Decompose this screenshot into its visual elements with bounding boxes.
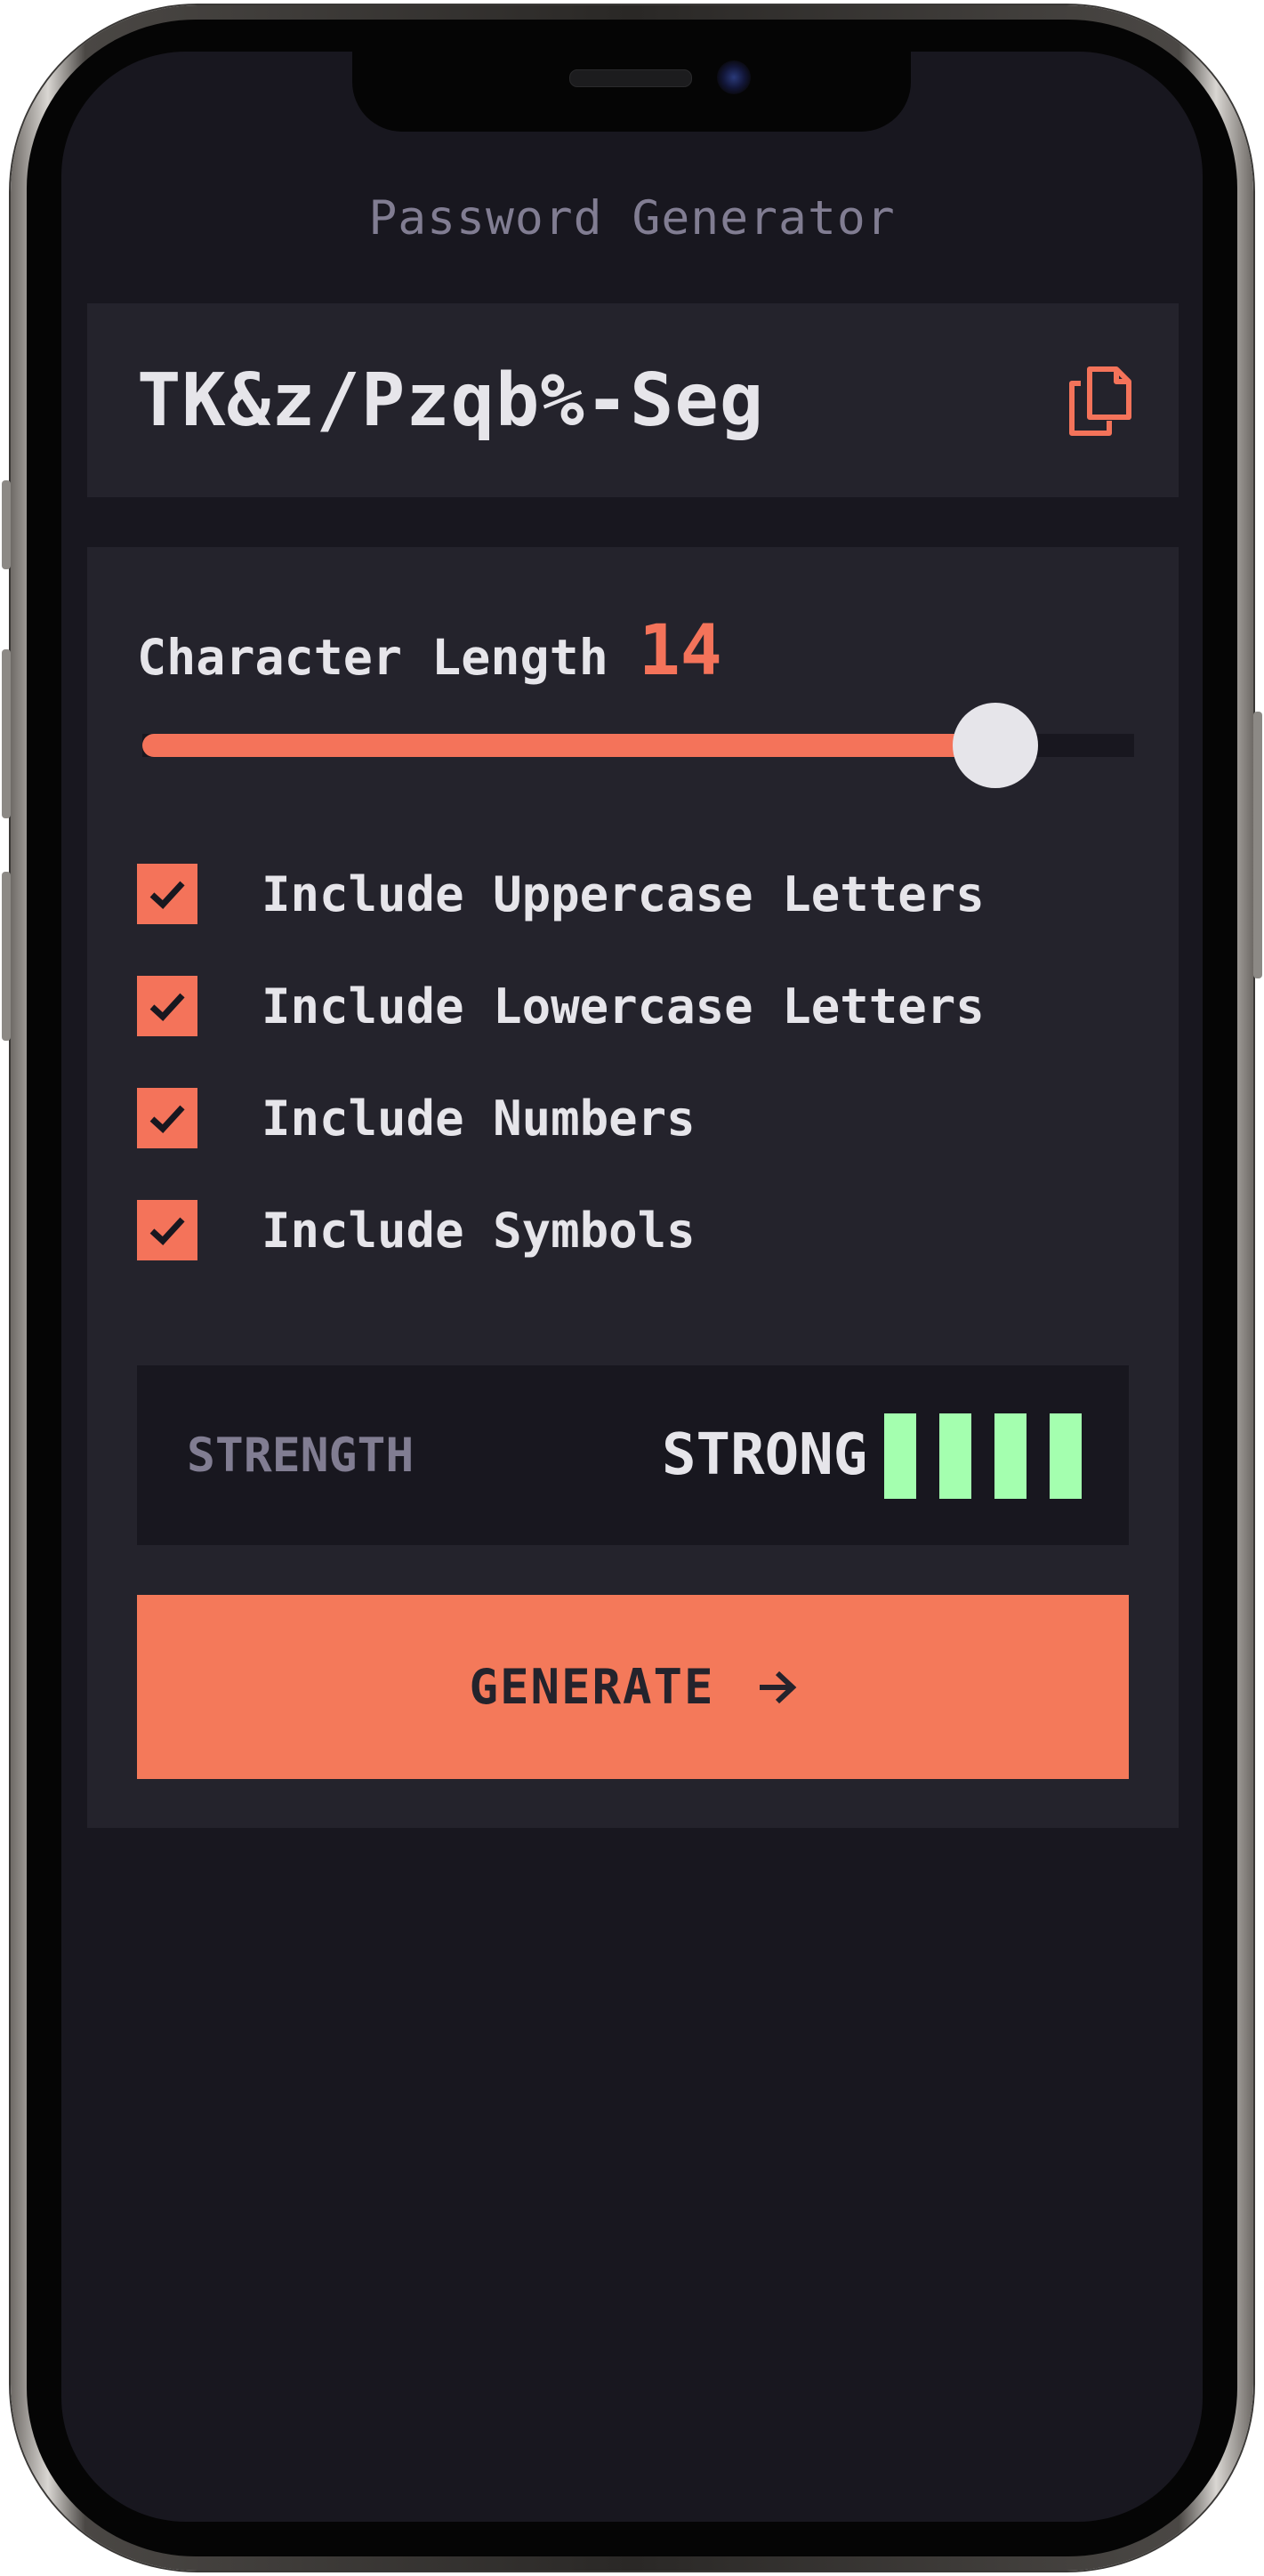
strength-value: STRONG xyxy=(662,1422,868,1488)
password-output: TK&z/Pzqb%-Seg xyxy=(137,358,765,443)
page-title: Password Generator xyxy=(368,191,896,246)
strength-bar xyxy=(994,1413,1026,1499)
side-button-power xyxy=(1253,712,1262,978)
generate-button-label: GENERATE xyxy=(469,1659,715,1715)
password-output-panel: TK&z/Pzqb%-Seg xyxy=(87,303,1179,497)
strength-label: STRENGTH xyxy=(187,1429,415,1483)
settings-panel: Character Length 14 Include Uppercase Le… xyxy=(87,547,1179,1828)
check-icon xyxy=(149,1105,185,1133)
check-icon xyxy=(149,993,185,1021)
generate-button[interactable]: GENERATE xyxy=(137,1595,1129,1779)
side-button-volume-up xyxy=(2,649,11,818)
option-label: Include Lowercase Letters xyxy=(262,978,985,1034)
symbols-checkbox[interactable] xyxy=(137,1200,197,1260)
option-label: Include Symbols xyxy=(262,1202,696,1259)
check-icon xyxy=(149,881,185,909)
option-label: Include Numbers xyxy=(262,1090,696,1147)
option-uppercase[interactable]: Include Uppercase Letters xyxy=(137,863,985,925)
uppercase-checkbox[interactable] xyxy=(137,864,197,924)
character-length-row: Character Length 14 xyxy=(137,611,722,691)
lowercase-checkbox[interactable] xyxy=(137,976,197,1036)
option-label: Include Uppercase Letters xyxy=(262,865,985,922)
strength-bar xyxy=(1050,1413,1082,1499)
side-button-volume-down xyxy=(2,872,11,1041)
option-numbers[interactable]: Include Numbers xyxy=(137,1087,696,1149)
character-length-slider[interactable] xyxy=(142,703,1134,788)
option-symbols[interactable]: Include Symbols xyxy=(137,1199,696,1261)
front-camera xyxy=(717,60,751,94)
slider-fill xyxy=(142,734,995,757)
numbers-checkbox[interactable] xyxy=(137,1088,197,1148)
character-length-value: 14 xyxy=(638,611,722,691)
check-icon xyxy=(149,1217,185,1245)
option-lowercase[interactable]: Include Lowercase Letters xyxy=(137,975,985,1037)
strength-meter: STRENGTH STRONG xyxy=(137,1365,1129,1545)
earpiece-speaker xyxy=(569,69,692,87)
character-length-label: Character Length xyxy=(137,629,608,686)
strength-bar xyxy=(939,1413,971,1499)
slider-thumb[interactable] xyxy=(952,703,1038,788)
copy-icon[interactable] xyxy=(1068,366,1132,437)
arrow-right-icon xyxy=(759,1670,796,1703)
notch xyxy=(352,52,911,132)
strength-bars xyxy=(884,1413,1082,1499)
side-button-silent xyxy=(2,480,11,569)
strength-bar xyxy=(884,1413,916,1499)
